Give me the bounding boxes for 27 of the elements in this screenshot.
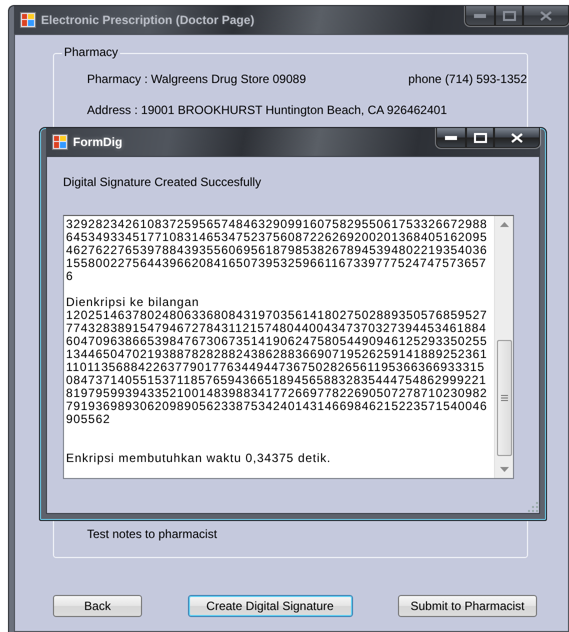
output-line: 6 — [66, 270, 74, 283]
output-line: 155800227564439662084165073953259661167339777524747573657 — [66, 257, 487, 270]
output-line: 462762276539788439355606956187985382678945394802219354036 — [66, 244, 488, 257]
dialog-button[interactable]: Submit to Pharmacist — [398, 595, 537, 617]
output-line: 134465047021938878282882438628836690719526259141889252361 — [66, 348, 488, 361]
output-line: 329282342610837259565748463290991607582955061753326672988 — [66, 218, 488, 231]
window-title: Electronic Prescription (Doctor Page) — [41, 13, 256, 27]
output-line: 110113568842263779017763449447367502826561195366366933315 — [66, 361, 485, 374]
output-line: 791936989306209890562338753424014314669846215223571540046 — [66, 400, 488, 413]
dialog-button[interactable]: Back — [53, 595, 142, 617]
phone-label: phone (714) 593-1352 — [408, 72, 527, 86]
output-line: 084737140551537118576594366518945658832835444754862999221 — [66, 374, 487, 387]
output-line: 819795993943352100148398834177266977822690507278710230982 — [66, 387, 488, 400]
status-message: Digital Signature Created Succesfully — [63, 175, 262, 189]
output-line: Enkripsi membutuhkan waktu 0,34375 detik. — [66, 452, 331, 465]
pharmacy-label: Pharmacy : Walgreens Drug Store 09089 — [87, 72, 306, 86]
output-line: 120251463780248063368084319703561418027502889350576859527 — [66, 309, 488, 322]
output-line: 604709638665398476730673514190624758054490946125293350255 — [66, 335, 488, 348]
output-line: 774328389154794672784311215748044004347370327394453461884 — [66, 322, 487, 335]
output-line: Dienkripsi ke bilangan — [66, 296, 200, 309]
address-label: Address : 19001 BROOKHURST Huntington Beach, CA 926462401 — [87, 103, 448, 117]
output-line: 905562 — [66, 413, 110, 426]
window-title: FormDig — [73, 135, 124, 149]
group-label: Pharmacy — [62, 45, 120, 59]
notes-label: Test notes to pharmacist — [87, 527, 218, 541]
output-line: 645349334517710831465347523756087226269200201368405162095 — [66, 231, 488, 244]
dialog-button[interactable]: Create Digital Signature — [188, 595, 352, 617]
